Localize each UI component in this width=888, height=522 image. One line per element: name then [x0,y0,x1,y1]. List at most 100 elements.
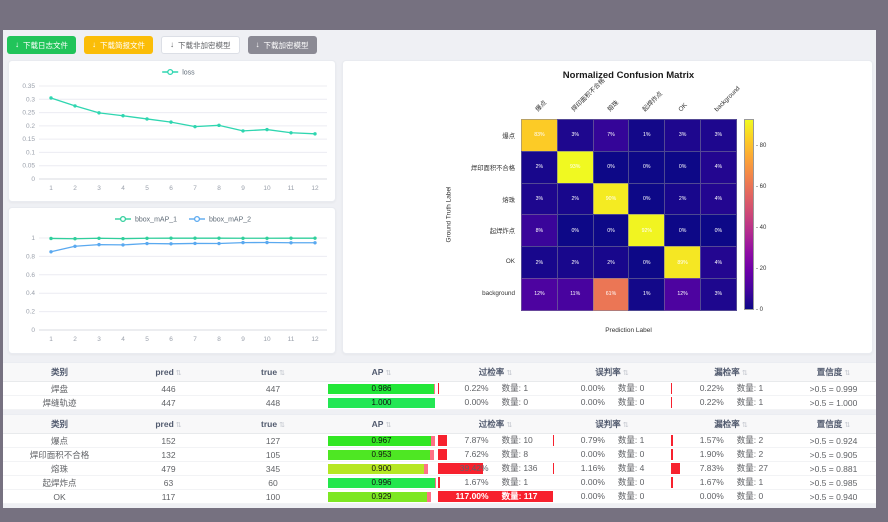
cell-overdetect-rate: 7.87%数量: 10 [438,434,553,447]
column-header-过检率[interactable]: 过检率⇅ [438,418,553,430]
column-header-误判率[interactable]: 误判率⇅ [553,418,671,430]
matrix-cell: 0% [593,214,630,247]
matrix-cell: 2% [521,151,558,184]
rate-percent: 0.00% [553,476,605,489]
column-header-pred[interactable]: pred⇅ [116,367,221,377]
svg-text:4: 4 [121,336,125,343]
sort-icon[interactable]: ⇅ [385,422,391,429]
column-header-pred[interactable]: pred⇅ [116,419,221,429]
column-header-漏检率[interactable]: 漏检率⇅ [671,366,791,378]
ap-value: 0.953 [328,450,435,460]
svg-text:9: 9 [241,185,245,192]
download-report-button[interactable]: ↓ 下载简报文件 [84,36,153,54]
sort-icon[interactable]: ⇅ [279,370,285,377]
cell-confidence: >0.5 = 0.985 [791,478,876,488]
sort-icon[interactable]: ⇅ [844,422,850,429]
cell-ap: 0.900 [325,464,438,474]
matrix-cell: 2% [557,246,594,279]
matrix-cell: 83% [521,119,558,152]
rate-quantity: 数量: 4 [605,462,644,475]
column-header-true[interactable]: true⇅ [221,367,325,377]
matrix-cell: 3% [700,119,737,152]
download-icon: ↓ [92,41,96,49]
cell-confidence: >0.5 = 1.000 [791,398,876,408]
matrix-row-label: 熔珠 [343,195,515,204]
cell-misjudge-rate: 0.00%数量: 0 [553,476,671,489]
rate-quantity: 数量: 1 [724,476,763,489]
column-header-AP[interactable]: AP⇅ [325,367,438,377]
sort-icon[interactable]: ⇅ [506,422,512,429]
matrix-cell: 3% [557,119,594,152]
rate-percent: 39.42% [438,462,489,475]
column-header-过检率[interactable]: 过检率⇅ [438,366,553,378]
matrix-cell: 1% [628,119,665,152]
column-header-误判率[interactable]: 误判率⇅ [553,366,671,378]
cell-pred-count: 63 [116,478,221,488]
rate-percent: 0.00% [553,448,605,461]
svg-text:10: 10 [263,185,271,192]
sort-icon[interactable]: ⇅ [506,370,512,377]
cell-misjudge-rate: 0.00%数量: 0 [553,382,671,395]
download-encrypted-model-button[interactable]: ↓ 下载加密模型 [248,36,317,54]
column-header-置信度[interactable]: 置信度⇅ [791,418,876,430]
sort-icon[interactable]: ⇅ [176,370,182,377]
svg-text:4: 4 [121,185,125,192]
svg-text:1: 1 [31,235,35,242]
cell-overdetect-rate: 117.00%数量: 117 [438,490,553,503]
cell-pred-count: 447 [116,398,221,408]
svg-text:0.6: 0.6 [26,272,35,279]
sort-icon[interactable]: ⇅ [623,370,629,377]
matrix-row-label: OK [343,258,515,265]
rate-percent: 7.87% [438,434,489,447]
rate-quantity: 数量: 2 [724,434,763,447]
cell-overdetect-rate: 39.42%数量: 136 [438,462,553,475]
matrix-cell: 8% [521,214,558,247]
sort-icon[interactable]: ⇅ [385,370,391,377]
ap-value: 0.986 [328,384,435,394]
matrix-cell: 61% [593,278,630,311]
rate-quantity: 数量: 1 [489,382,528,395]
matrix-cell: 0% [628,151,665,184]
rate-quantity: 数量: 2 [724,448,763,461]
column-header-置信度[interactable]: 置信度⇅ [791,366,876,378]
rate-percent: 1.16% [553,462,605,475]
colorbar-tick: - 40 [756,225,766,231]
sort-icon[interactable]: ⇅ [844,370,850,377]
sort-icon[interactable]: ⇅ [742,422,748,429]
table-header-row: 类别pred⇅true⇅AP⇅过检率⇅误判率⇅漏检率⇅置信度⇅ [3,415,876,434]
matrix-col-label: 起焊炸点 [642,91,665,114]
cell-class-name: 爆点 [3,435,116,447]
cell-miss-rate: 1.90%数量: 2 [671,448,791,461]
table-row: OK1171000.929117.00%数量: 1170.00%数量: 00.0… [3,490,876,504]
svg-text:0.2: 0.2 [26,309,35,316]
svg-text:0.05: 0.05 [22,163,35,170]
sort-icon[interactable]: ⇅ [279,422,285,429]
matrix-col-label: 爆点 [534,99,549,114]
cell-ap: 0.929 [325,492,438,502]
download-icon: ↓ [15,41,19,49]
rate-percent: 7.83% [671,462,724,475]
svg-text:3: 3 [97,336,101,343]
defect-table: 类别pred⇅true⇅AP⇅过检率⇅误判率⇅漏检率⇅置信度⇅爆点1521270… [3,414,876,504]
cell-confidence: >0.5 = 0.999 [791,384,876,394]
svg-text:0.2: 0.2 [26,123,35,130]
column-header-AP[interactable]: AP⇅ [325,419,438,429]
rate-quantity: 数量: 1 [489,476,528,489]
loss-chart-card: 00.050.10.150.20.250.30.3512345678910111… [8,60,336,202]
ap-value: 1.000 [328,398,435,408]
svg-text:11: 11 [288,336,295,343]
cell-misjudge-rate: 0.00%数量: 0 [553,448,671,461]
sort-icon[interactable]: ⇅ [742,370,748,377]
column-header-漏检率[interactable]: 漏检率⇅ [671,418,791,430]
cell-confidence: >0.5 = 0.905 [791,450,876,460]
cell-confidence: >0.5 = 0.924 [791,436,876,446]
column-header-true[interactable]: true⇅ [221,419,325,429]
matrix-cell: 3% [700,278,737,311]
sort-icon[interactable]: ⇅ [623,422,629,429]
sort-icon[interactable]: ⇅ [176,422,182,429]
download-log-button[interactable]: ↓ 下载日志文件 [7,36,76,54]
svg-text:0.35: 0.35 [22,83,35,90]
download-plain-model-button[interactable]: ↓ 下载非加密模型 [161,36,240,54]
loss-line-chart: 00.050.10.150.20.250.30.3512345678910111… [9,61,333,199]
matrix-cell: 93% [557,151,594,184]
